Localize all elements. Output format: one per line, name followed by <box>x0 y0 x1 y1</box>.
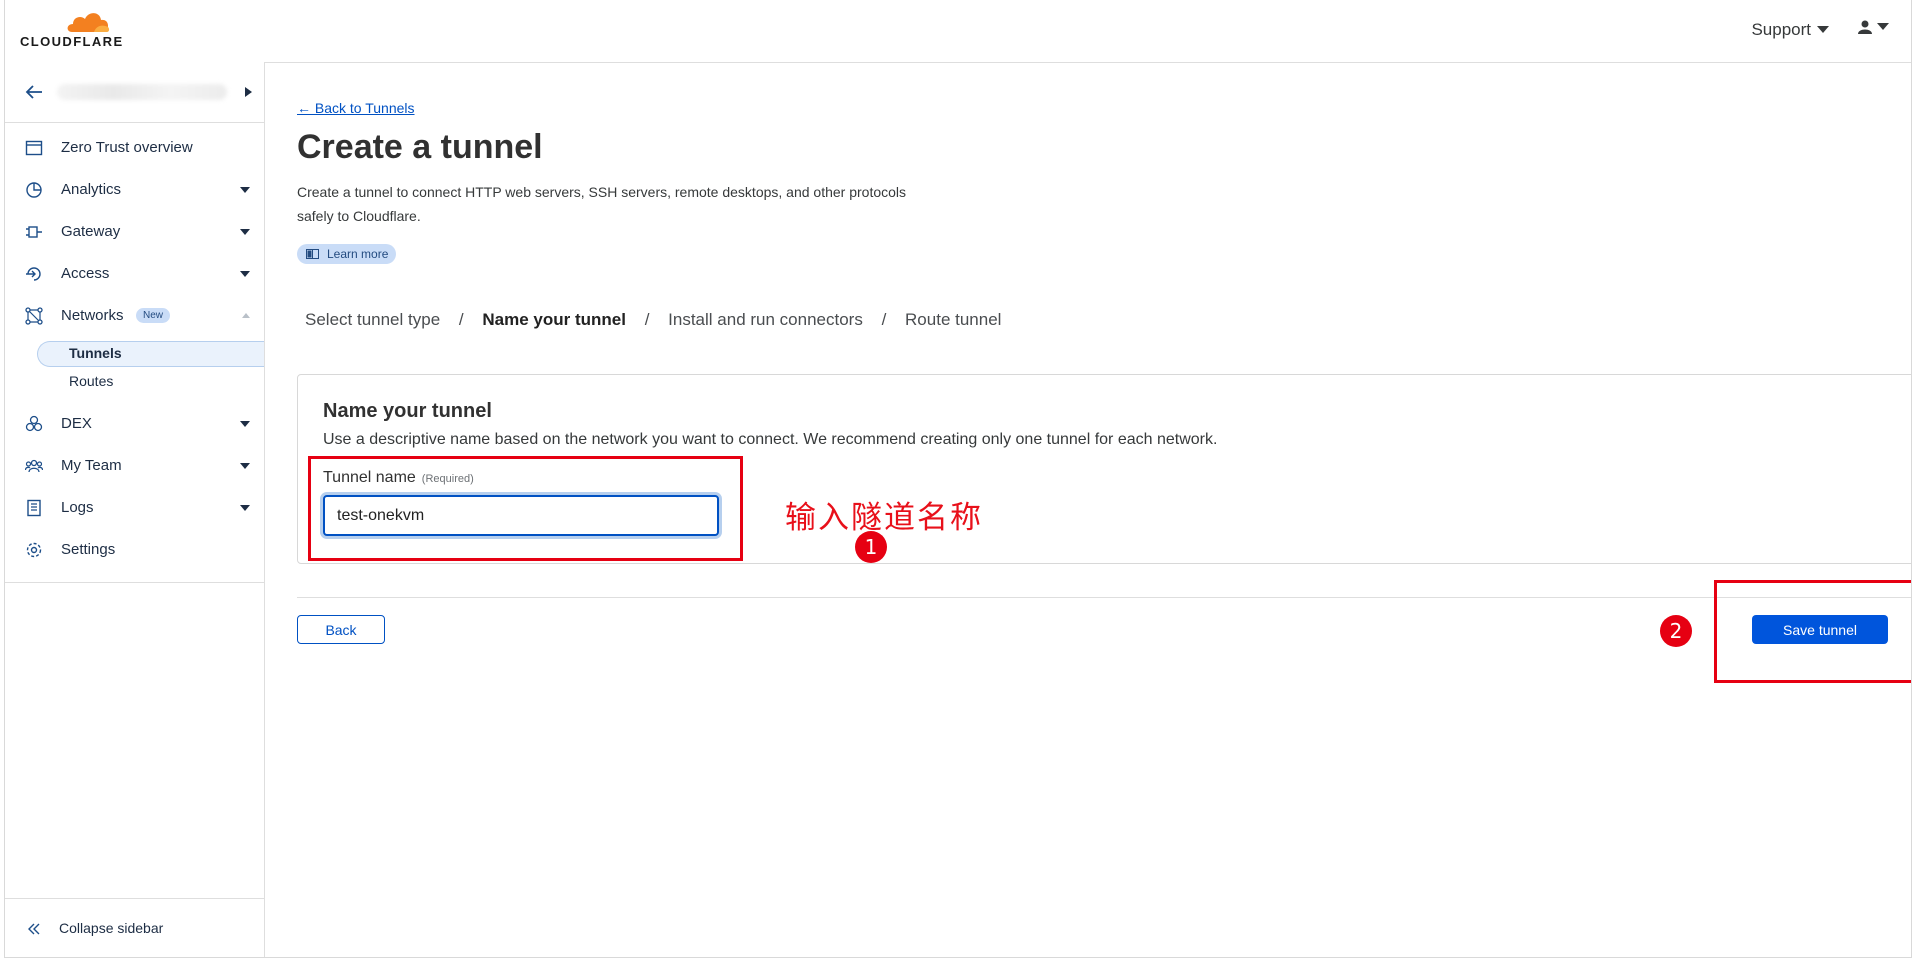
pie-chart-icon <box>26 182 42 198</box>
annotation-note: 输入隧道名称 <box>785 500 983 536</box>
cloudflare-logo[interactable]: CLOUDFLARE <box>20 8 130 50</box>
card-title: Name your tunnel <box>323 400 492 422</box>
brand-wordmark: CLOUDFLARE <box>20 34 124 49</box>
collapse-sidebar-label: Collapse sidebar <box>59 920 164 936</box>
sidebar-item-my-team[interactable]: My Team <box>5 448 264 484</box>
annotation-box-tunnel-name <box>308 456 743 561</box>
gear-icon <box>26 542 42 558</box>
sidebar-item-access[interactable]: Access <box>5 256 264 292</box>
support-menu[interactable]: Support <box>1751 20 1829 40</box>
gateway-icon <box>26 226 42 238</box>
sidebar-item-zero-trust-overview[interactable]: Zero Trust overview <box>5 130 264 166</box>
support-label: Support <box>1751 20 1811 39</box>
step-install-run-connectors: Install and run connectors <box>668 310 863 329</box>
sidebar-nav: Zero Trust overview Analytics Gateway Ac… <box>5 124 264 583</box>
back-button[interactable]: Back <box>297 615 385 644</box>
chevron-down-icon <box>240 463 250 469</box>
access-icon <box>26 267 41 281</box>
user-menu[interactable] <box>1858 20 1889 34</box>
sidebar-item-gateway[interactable]: Gateway <box>5 214 264 250</box>
sidebar-sub-item-routes[interactable]: Routes <box>69 373 113 389</box>
sidebar-item-label: Analytics <box>61 181 122 198</box>
page-title: Create a tunnel <box>297 128 543 166</box>
team-icon <box>25 459 43 473</box>
top-bar: CLOUDFLARE Support <box>5 0 1911 63</box>
chevron-up-icon <box>242 313 250 318</box>
chevron-down-icon <box>240 271 250 277</box>
step-breadcrumb: Select tunnel type / Name your tunnel / … <box>305 310 1001 330</box>
sidebar-item-label: Settings <box>61 541 116 558</box>
chevron-down-icon <box>240 505 250 511</box>
step-separator: / <box>458 310 464 329</box>
chevron-right-icon[interactable] <box>245 87 252 97</box>
new-badge: New <box>136 308 171 323</box>
card-description: Use a descriptive name based on the netw… <box>323 431 1218 448</box>
sidebar-sub-item-tunnels[interactable]: Tunnels <box>69 345 122 361</box>
sidebar-item-label: My Team <box>61 457 122 474</box>
sidebar-item-label: Networks <box>61 307 124 324</box>
cloud-logo-icon <box>67 13 110 32</box>
book-icon <box>306 249 319 259</box>
sidebar-item-label: Zero Trust overview <box>61 139 193 156</box>
learn-more-label: Learn more <box>327 247 389 261</box>
step-select-tunnel-type: Select tunnel type <box>305 310 441 329</box>
step-separator: / <box>881 310 887 329</box>
sidebar-item-networks[interactable]: Networks New <box>5 298 264 334</box>
chevron-down-icon <box>1877 23 1889 30</box>
back-to-tunnels-link[interactable]: ← Back to Tunnels <box>297 100 415 116</box>
annotation-box-save <box>1714 580 1911 683</box>
sidebar-item-dex[interactable]: DEX <box>5 406 264 442</box>
page-description: Create a tunnel to connect HTTP web serv… <box>297 184 907 224</box>
step-separator: / <box>644 310 650 329</box>
app-window: CLOUDFLARE Support Zero Trust overview A… <box>4 0 1912 958</box>
chevron-down-icon <box>1817 26 1829 33</box>
user-icon <box>1858 20 1872 34</box>
learn-more-button[interactable]: Learn more <box>297 244 397 264</box>
sidebar-item-label: Access <box>61 265 110 282</box>
sidebar-item-label: Logs <box>61 499 94 516</box>
logs-icon <box>27 499 41 517</box>
chevron-down-icon <box>240 187 250 193</box>
chevron-down-icon <box>240 421 250 427</box>
annotation-marker-2: 2 <box>1660 615 1692 647</box>
step-route-tunnel: Route tunnel <box>905 310 1002 329</box>
double-chevron-left-icon <box>28 923 40 935</box>
collapse-sidebar-button[interactable]: Collapse sidebar <box>5 898 264 957</box>
sidebar-item-settings[interactable]: Settings <box>5 532 264 568</box>
step-name-your-tunnel: Name your tunnel <box>482 310 626 329</box>
sidebar: Zero Trust overview Analytics Gateway Ac… <box>5 62 265 957</box>
chevron-down-icon <box>240 229 250 235</box>
browser-window-icon <box>25 140 43 156</box>
sidebar-item-label: DEX <box>61 415 92 432</box>
divider <box>297 597 1911 598</box>
annotation-marker-1: 1 <box>855 531 887 563</box>
arrow-left-icon[interactable] <box>25 84 43 100</box>
network-icon <box>25 307 43 325</box>
dex-icon <box>25 415 43 432</box>
sidebar-item-label: Gateway <box>61 223 121 240</box>
account-switcher[interactable] <box>5 62 264 123</box>
sidebar-item-logs[interactable]: Logs <box>5 490 264 526</box>
sidebar-item-analytics[interactable]: Analytics <box>5 172 264 208</box>
account-name-redacted <box>57 84 227 100</box>
